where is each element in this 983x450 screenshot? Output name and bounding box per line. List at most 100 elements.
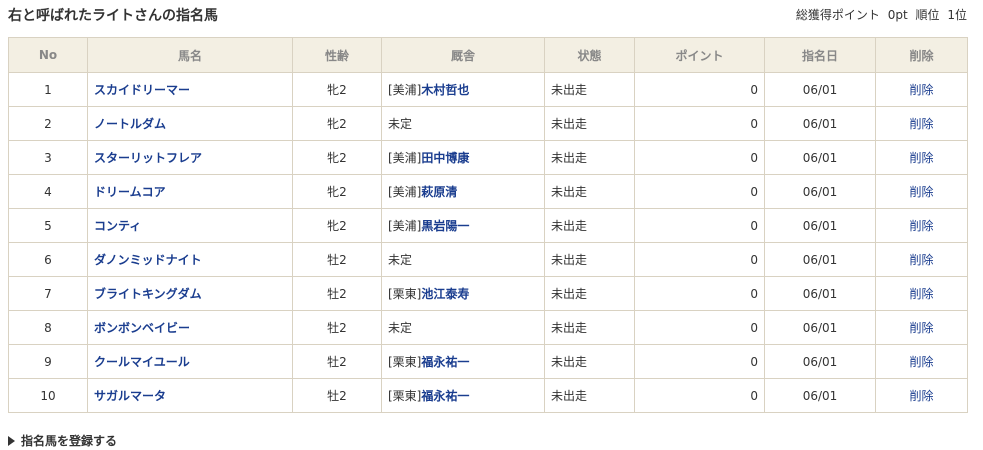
stable-region: [栗東] (388, 389, 422, 403)
sex-age: 牝2 (292, 106, 382, 141)
points: 0 (634, 276, 765, 311)
nomination-date: 06/01 (764, 106, 876, 141)
points: 0 (634, 208, 765, 243)
horse-name-link[interactable]: スカイドリーマー (94, 83, 190, 97)
status: 未出走 (544, 242, 635, 277)
table-row: 6 ダノンミッドナイト 牡2 未定 未出走 0 06/01 削除 (8, 242, 968, 277)
column-header-sex-age: 性齢 (292, 37, 382, 73)
delete-cell: 削除 (875, 208, 968, 243)
delete-cell: 削除 (875, 344, 968, 379)
horse-name-link[interactable]: ボンボンベイビー (94, 321, 190, 335)
delete-link[interactable]: 削除 (909, 389, 933, 403)
delete-cell: 削除 (875, 72, 968, 107)
nomination-date: 06/01 (764, 174, 876, 209)
row-number: 7 (8, 276, 88, 311)
table-row: 10 サガルマータ 牡2 [栗東]福永祐一 未出走 0 06/01 削除 (8, 378, 968, 413)
column-header-points: ポイント (634, 37, 765, 73)
row-number: 10 (8, 378, 88, 413)
horse-name-cell: ブライトキングダム (87, 276, 293, 311)
nomination-date: 06/01 (764, 276, 876, 311)
delete-link[interactable]: 削除 (909, 185, 933, 199)
page-title: 右と呼ばれたライトさんの指名馬 (8, 8, 218, 24)
row-number: 6 (8, 242, 88, 277)
status: 未出走 (544, 310, 635, 345)
stable-cell: 未定 (381, 242, 545, 277)
sex-age: 牝2 (292, 174, 382, 209)
sex-age: 牝2 (292, 208, 382, 243)
delete-link[interactable]: 削除 (909, 117, 933, 131)
row-number: 9 (8, 344, 88, 379)
delete-cell: 削除 (875, 276, 968, 311)
sex-age: 牡2 (292, 378, 382, 413)
table-row: 2 ノートルダム 牝2 未定 未出走 0 06/01 削除 (8, 106, 968, 141)
status: 未出走 (544, 140, 635, 175)
rank-label: 順位 (915, 8, 940, 22)
delete-cell: 削除 (875, 106, 968, 141)
row-number: 4 (8, 174, 88, 209)
delete-link[interactable]: 削除 (909, 83, 933, 97)
horse-name-link[interactable]: コンティ (94, 219, 141, 233)
points: 0 (634, 310, 765, 345)
horse-name-link[interactable]: スターリットフレア (94, 151, 202, 165)
delete-cell: 削除 (875, 378, 968, 413)
delete-link[interactable]: 削除 (909, 151, 933, 165)
page-header: 右と呼ばれたライトさんの指名馬 総獲得ポイント 0pt 順位 1位 (8, 0, 967, 30)
register-nominated-horse-link[interactable]: 指名馬を登録する (8, 432, 117, 449)
horse-name-link[interactable]: クールマイユール (94, 355, 190, 369)
status: 未出走 (544, 174, 635, 209)
horse-name-cell: サガルマータ (87, 378, 293, 413)
stable-region: [美浦] (388, 219, 422, 233)
stable-cell: [栗東]福永祐一 (381, 344, 545, 379)
horse-name-cell: ボンボンベイビー (87, 310, 293, 345)
delete-link[interactable]: 削除 (909, 287, 933, 301)
delete-cell: 削除 (875, 242, 968, 277)
delete-link[interactable]: 削除 (909, 321, 933, 335)
sex-age: 牡2 (292, 276, 382, 311)
table-header-row: No 馬名 性齢 厩舎 状態 ポイント 指名日 削除 (8, 37, 968, 73)
table-row: 5 コンティ 牝2 [美浦]黒岩陽一 未出走 0 06/01 削除 (8, 208, 968, 243)
delete-link[interactable]: 削除 (909, 253, 933, 267)
table-row: 8 ボンボンベイビー 牡2 未定 未出走 0 06/01 削除 (8, 310, 968, 345)
nomination-date: 06/01 (764, 72, 876, 107)
column-header-nomination-date: 指名日 (764, 37, 876, 73)
trainer-link[interactable]: 萩原清 (421, 185, 457, 199)
total-points-value: 0pt (887, 8, 908, 22)
points-summary: 総獲得ポイント 0pt 順位 1位 (796, 6, 967, 23)
status: 未出走 (544, 208, 635, 243)
delete-link[interactable]: 削除 (909, 219, 933, 233)
trainer-link[interactable]: 福永祐一 (421, 355, 469, 369)
horse-name-link[interactable]: ダノンミッドナイト (94, 253, 202, 267)
delete-cell: 削除 (875, 140, 968, 175)
horse-name-link[interactable]: サガルマータ (94, 389, 166, 403)
horse-name-link[interactable]: ブライトキングダム (94, 287, 202, 301)
horse-name-cell: クールマイユール (87, 344, 293, 379)
horse-name-link[interactable]: ドリームコア (94, 185, 166, 199)
column-header-delete: 削除 (875, 37, 968, 73)
points: 0 (634, 72, 765, 107)
horse-name-link[interactable]: ノートルダム (94, 117, 166, 131)
trainer-link[interactable]: 黒岩陽一 (421, 219, 469, 233)
nomination-date: 06/01 (764, 242, 876, 277)
row-number: 8 (8, 310, 88, 345)
points: 0 (634, 378, 765, 413)
sex-age: 牝2 (292, 72, 382, 107)
stable-undecided: 未定 (388, 117, 413, 131)
sex-age: 牡2 (292, 310, 382, 345)
trainer-link[interactable]: 池江泰寿 (421, 287, 469, 301)
stable-region: [栗東] (388, 355, 422, 369)
column-header-stable: 厩舎 (381, 37, 545, 73)
trainer-link[interactable]: 木村哲也 (421, 83, 469, 97)
horse-name-cell: スターリットフレア (87, 140, 293, 175)
table-row: 1 スカイドリーマー 牝2 [美浦]木村哲也 未出走 0 06/01 削除 (8, 72, 968, 107)
delete-link[interactable]: 削除 (909, 355, 933, 369)
rank-value: 1位 (947, 8, 967, 22)
horse-name-cell: コンティ (87, 208, 293, 243)
trainer-link[interactable]: 田中博康 (421, 151, 469, 165)
register-link-label: 指名馬を登録する (21, 434, 118, 448)
points: 0 (634, 174, 765, 209)
stable-cell: [美浦]田中博康 (381, 140, 545, 175)
nomination-date: 06/01 (764, 208, 876, 243)
nomination-date: 06/01 (764, 344, 876, 379)
row-number: 3 (8, 140, 88, 175)
trainer-link[interactable]: 福永祐一 (421, 389, 469, 403)
